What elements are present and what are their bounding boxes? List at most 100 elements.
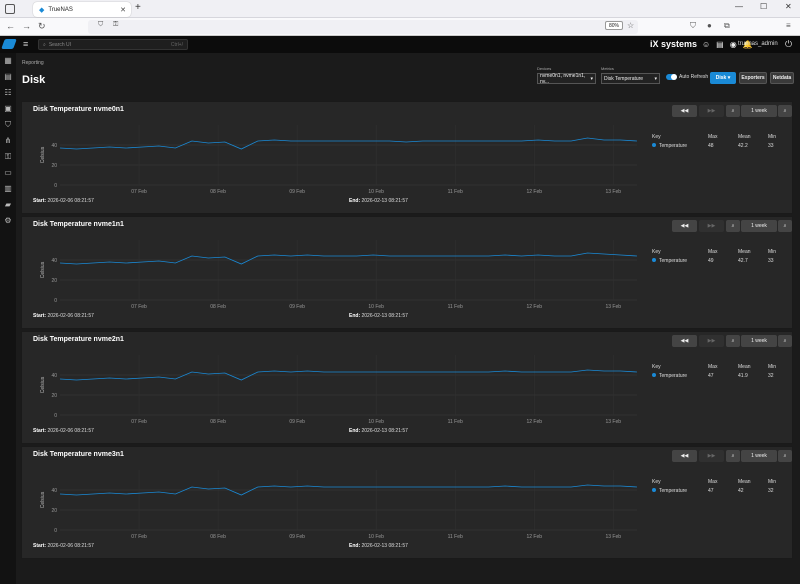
min-value: 32 bbox=[768, 487, 774, 494]
url-bar[interactable]: ⛉ ⚿ bbox=[88, 20, 638, 34]
zoom-in-button[interactable]: ⌕ bbox=[778, 335, 792, 347]
temperature-chart[interactable]: 0 20 40 07 Feb 08 Feb 09 Feb 10 Feb 11 Feb 12 Fe… bbox=[32, 466, 642, 538]
page-scrollbar[interactable] bbox=[792, 55, 797, 580]
pocket-icon[interactable]: ⛉ bbox=[690, 21, 696, 31]
datasets-icon[interactable]: ☷ bbox=[0, 85, 16, 101]
virtualization-icon[interactable]: ▭ bbox=[0, 165, 16, 181]
zoom-in-button[interactable]: ⌕ bbox=[778, 105, 792, 117]
data-protection-icon[interactable]: ⛉ bbox=[0, 117, 16, 133]
devices-select[interactable]: nvme0n1, nvme1n1, nv... ▾ bbox=[537, 73, 596, 85]
chart-card: Disk Temperature nvme2n1 ◀◀ ▶▶ ⌕ 1 week … bbox=[21, 331, 793, 444]
step-back-button[interactable]: ◀◀ bbox=[672, 335, 697, 347]
zoom-out-button[interactable]: ⌕ bbox=[726, 220, 740, 232]
account-icon[interactable]: ● bbox=[707, 21, 712, 30]
zoom-out-button[interactable]: ⌕ bbox=[726, 335, 740, 347]
step-forward-button[interactable]: ▶▶ bbox=[699, 220, 724, 232]
end-range: End: 2026-02-13 08:21:57 bbox=[349, 198, 408, 204]
credentials-icon[interactable]: ⚿ bbox=[0, 149, 16, 165]
legend-row[interactable]: Temperature 49 42.7 33 bbox=[652, 256, 786, 265]
key-header: Key bbox=[652, 133, 661, 140]
step-back-button[interactable]: ◀◀ bbox=[672, 220, 697, 232]
legend-header: Key Max Mean Min bbox=[652, 247, 786, 256]
start-range: Start: 2026-02-06 08:21:57 bbox=[33, 428, 94, 434]
dashboard-icon[interactable]: ▦ bbox=[0, 53, 16, 69]
system-settings-icon[interactable]: ⚙ bbox=[0, 213, 16, 229]
auto-refresh-toggle[interactable] bbox=[666, 74, 677, 80]
storage-icon[interactable]: ▤ bbox=[0, 69, 16, 85]
apps-icon[interactable]: ▥ bbox=[0, 181, 16, 197]
network-icon[interactable]: ⋔ bbox=[0, 133, 16, 149]
search-input[interactable]: ⌕ Search UI Ctrl+/ bbox=[38, 39, 188, 50]
exporters-button[interactable]: Exporters bbox=[739, 72, 767, 84]
new-tab-icon[interactable]: + bbox=[135, 2, 141, 13]
shares-icon[interactable]: ▣ bbox=[0, 101, 16, 117]
zoom-out-icon: ⌕ bbox=[731, 223, 735, 229]
temperature-chart[interactable]: 0 20 40 07 Feb 08 Feb 09 Feb 10 Feb 11 Feb 12 Fe… bbox=[32, 121, 642, 193]
lock-icon[interactable]: ⚿ bbox=[113, 21, 118, 29]
chart-card: Disk Temperature nvme0n1 ◀◀ ▶▶ ⌕ 1 week … bbox=[21, 101, 793, 214]
extensions-icon[interactable]: ⧉ bbox=[724, 21, 730, 31]
step-forward-button[interactable]: ▶▶ bbox=[699, 335, 724, 347]
disk-menu-button[interactable]: Disk ▾ bbox=[710, 72, 736, 84]
feedback-icon[interactable]: ☺ bbox=[702, 40, 710, 49]
power-icon[interactable]: ⏻ bbox=[785, 39, 792, 50]
zoom-range-label: 1 week bbox=[751, 108, 767, 114]
reload-icon[interactable]: ↻ bbox=[38, 21, 46, 32]
close-tab-icon[interactable]: ✕ bbox=[120, 6, 126, 14]
zoom-range-label: 1 week bbox=[751, 223, 767, 229]
metrics-select[interactable]: Disk Temperature ▾ bbox=[601, 73, 660, 84]
mean-header: Mean bbox=[738, 363, 751, 370]
step-back-button[interactable]: ◀◀ bbox=[672, 105, 697, 117]
chevron-down-icon: ▾ bbox=[590, 75, 593, 82]
x-tick-label: 07 Feb bbox=[131, 304, 147, 308]
mean-header: Mean bbox=[738, 248, 751, 255]
zoom-range-button[interactable]: 1 week bbox=[741, 335, 777, 347]
back-icon[interactable]: ← bbox=[6, 21, 15, 31]
reporting-icon[interactable]: ▰ bbox=[0, 197, 16, 213]
zoom-in-icon: ⌕ bbox=[783, 338, 787, 344]
shield-icon[interactable]: ⛉ bbox=[98, 21, 103, 29]
start-label: Start: bbox=[33, 543, 47, 549]
legend-row[interactable]: Temperature 48 42.2 33 bbox=[652, 141, 786, 150]
browser-tab-title: TrueNAS bbox=[48, 6, 73, 13]
temperature-chart[interactable]: 0 20 40 07 Feb 08 Feb 09 Feb 10 Feb 11 Feb 12 Fe… bbox=[32, 351, 642, 423]
zoom-range-button[interactable]: 1 week bbox=[741, 450, 777, 462]
zoom-out-icon: ⌕ bbox=[731, 453, 735, 459]
netdata-button[interactable]: Netdata bbox=[770, 72, 794, 84]
end-value: 2026-02-13 08:21:57 bbox=[361, 428, 408, 434]
breadcrumb[interactable]: Reporting bbox=[22, 60, 44, 66]
browser-menu-icon[interactable] bbox=[5, 4, 15, 14]
truecommand-icon[interactable]: ◉ bbox=[730, 40, 737, 49]
step-forward-button[interactable]: ▶▶ bbox=[699, 450, 724, 462]
zoom-in-button[interactable]: ⌕ bbox=[778, 220, 792, 232]
x-tick-label: 09 Feb bbox=[289, 419, 305, 423]
browser-tab[interactable]: ◆ TrueNAS ✕ bbox=[33, 2, 131, 17]
legend-row[interactable]: Temperature 47 41.9 32 bbox=[652, 371, 786, 380]
zoom-out-button[interactable]: ⌕ bbox=[726, 105, 740, 117]
legend-row[interactable]: Temperature 47 42 32 bbox=[652, 486, 786, 495]
step-forward-button[interactable]: ▶▶ bbox=[699, 105, 724, 117]
end-label: End: bbox=[349, 313, 361, 319]
bookmark-star-icon[interactable]: ☆ bbox=[627, 21, 634, 30]
chart-legend: Key Max Mean Min Temperature 49 42.7 33 bbox=[652, 247, 786, 265]
truenas-logo[interactable] bbox=[1, 39, 17, 49]
jobs-icon[interactable]: ▤ bbox=[716, 40, 724, 49]
zoom-level[interactable]: 80% bbox=[605, 21, 624, 30]
step-back-button[interactable]: ◀◀ bbox=[672, 450, 697, 462]
forward-icon[interactable]: → bbox=[22, 21, 31, 31]
menu-toggle-icon[interactable]: ≡ bbox=[23, 39, 28, 49]
user-menu[interactable]: truenas_admin bbox=[738, 41, 778, 47]
start-value: 2026-02-06 08:21:57 bbox=[47, 198, 94, 204]
end-value: 2026-02-13 08:21:57 bbox=[361, 198, 408, 204]
temperature-chart[interactable]: 0 20 40 07 Feb 08 Feb 09 Feb 10 Feb 11 Feb 12 Fe… bbox=[32, 236, 642, 308]
zoom-range-button[interactable]: 1 week bbox=[741, 105, 777, 117]
minimize-icon[interactable]: — bbox=[735, 2, 743, 11]
zoom-range-button[interactable]: 1 week bbox=[741, 220, 777, 232]
app-menu-icon[interactable]: ≡ bbox=[786, 21, 791, 30]
close-window-icon[interactable]: ✕ bbox=[785, 2, 792, 11]
zoom-out-button[interactable]: ⌕ bbox=[726, 450, 740, 462]
maximize-icon[interactable]: ☐ bbox=[760, 2, 767, 11]
zoom-in-button[interactable]: ⌕ bbox=[778, 450, 792, 462]
x-tick-label: 08 Feb bbox=[210, 304, 226, 308]
ix-systems-logo[interactable]: iX systems bbox=[650, 39, 697, 49]
